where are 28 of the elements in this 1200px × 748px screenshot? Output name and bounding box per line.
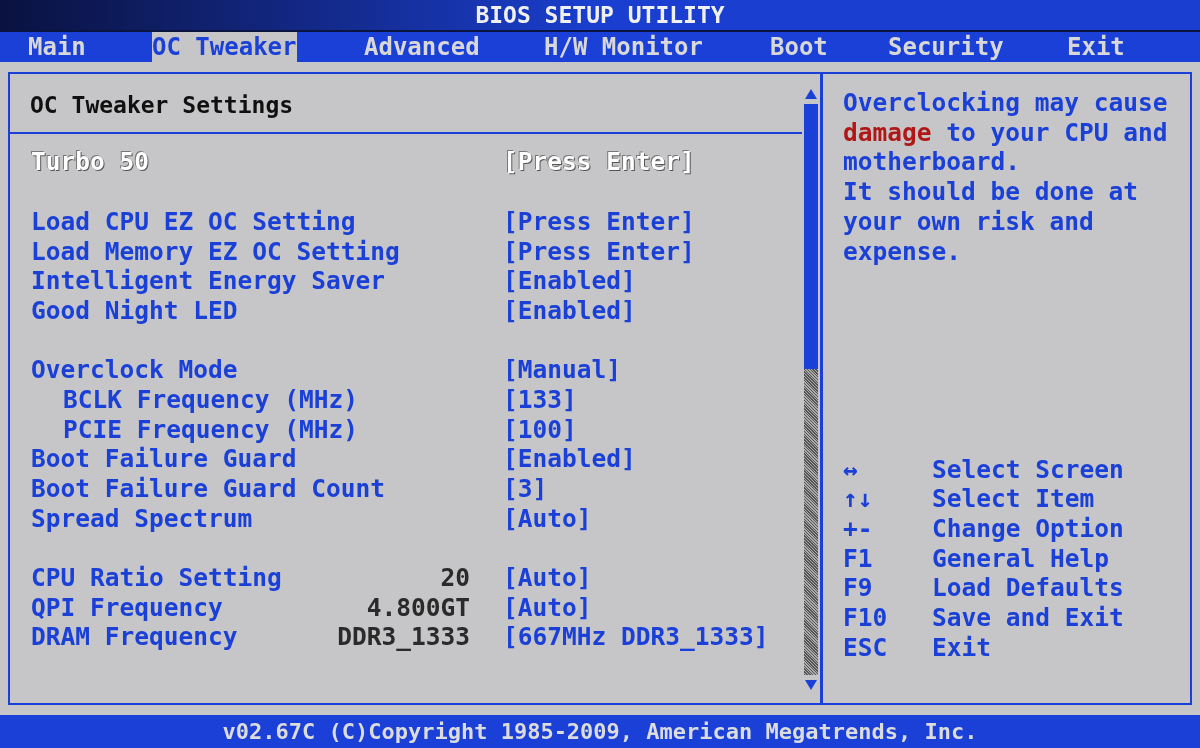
key-label: F10 [843,603,888,633]
section-title: OC Tweaker Settings [30,92,294,118]
help-text: Overclocking may cause damage to your CPU and motherboard. [843,88,1169,178]
copyright-text: v02.67C (C)Copyright 1985-2009, American Megatrends, Inc. [222,720,978,743]
scrollbar[interactable] [802,88,820,691]
key-action: Select Item [932,483,1095,516]
key-label: F9 [843,573,873,603]
key-label: F1 [843,543,873,573]
menu-tab[interactable]: H/W Monitor [544,32,703,62]
current-value: DDR3_1333 [337,621,470,654]
menu-tab[interactable]: Exit [1067,32,1125,62]
window-title: BIOS SETUP UTILITY [475,3,725,27]
menu-tab[interactable]: Boot [770,32,828,62]
menu-tab[interactable]: OC Tweaker [152,32,297,62]
setting-label[interactable]: Load CPU EZ OC Setting [31,203,356,241]
menu-tab[interactable]: Security [888,32,1004,62]
help-text: It should be done at your own risk and expense. [843,177,1139,267]
menu-tab[interactable]: Main [28,32,86,62]
key-label: ↔ [843,454,858,484]
scrollbar-thumb[interactable] [804,104,818,369]
key-action: Select Screen [932,453,1124,486]
key-label: ESC [843,632,888,662]
scroll-up-icon[interactable] [804,88,818,100]
key-label: +- [843,514,873,544]
scroll-down-icon[interactable] [804,679,818,691]
key-label: ↑↓ [843,484,873,514]
menu-tab[interactable]: Advanced [364,32,480,62]
key-action: Load Defaults [932,572,1124,605]
